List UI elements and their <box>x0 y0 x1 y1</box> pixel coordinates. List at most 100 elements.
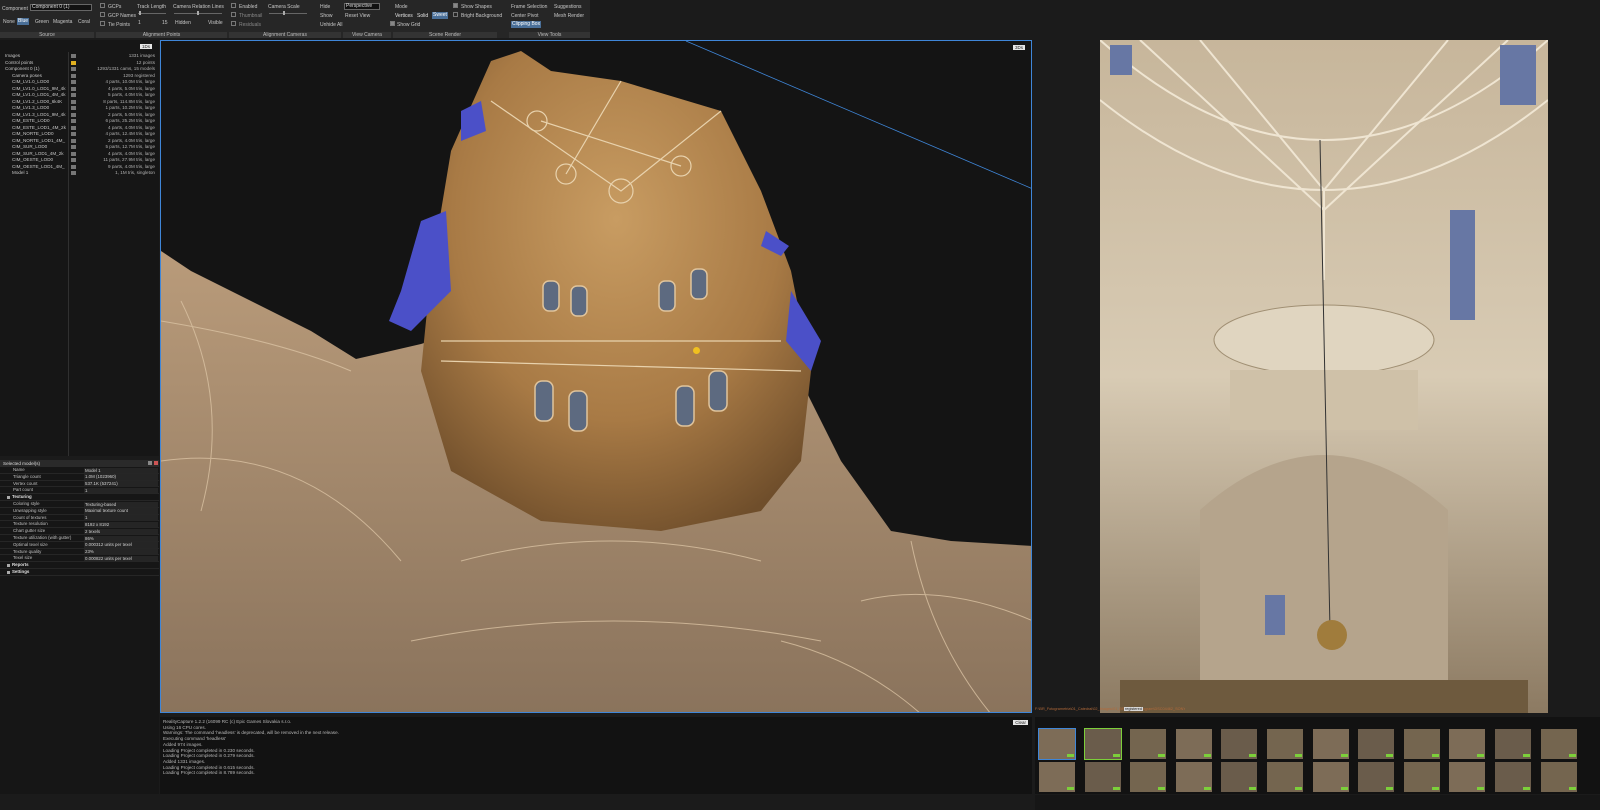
property-value[interactable]: Maximal texture count <box>84 508 158 514</box>
pin-icon[interactable] <box>148 461 152 465</box>
property-section-header[interactable]: Texturing <box>0 494 159 501</box>
image-thumbnail[interactable] <box>1449 729 1486 759</box>
suggestions-button[interactable]: Suggestions <box>554 4 582 10</box>
property-value[interactable]: 23% <box>84 549 158 555</box>
property-section-header[interactable]: Reports <box>0 562 159 569</box>
property-value[interactable]: 0.000312 units per texel <box>84 542 158 548</box>
image-thumbnail[interactable] <box>1495 729 1531 759</box>
property-value[interactable]: Texturing-based <box>84 501 158 508</box>
mode-vertices-button[interactable]: Vertices <box>395 13 413 19</box>
property-value[interactable]: 1 <box>84 487 158 494</box>
log-clear-button[interactable]: Clear <box>1013 720 1028 725</box>
close-icon[interactable] <box>154 461 158 465</box>
gcps-checkbox[interactable] <box>100 3 105 8</box>
reset-view-button[interactable]: Reset View <box>345 13 370 19</box>
track-length-min: 1 <box>138 20 141 26</box>
bright-background-checkbox[interactable] <box>453 12 458 17</box>
image-thumbnail[interactable] <box>1495 762 1531 792</box>
show-shapes-checkbox[interactable] <box>453 3 458 8</box>
unhide-all-button[interactable]: Unhide All <box>320 22 343 28</box>
tie-points-checkbox[interactable] <box>100 21 105 26</box>
center-pivot-button[interactable]: Center Pivot <box>511 13 539 19</box>
property-key: Optimal texel size <box>13 541 48 547</box>
property-section-header[interactable]: Settings <box>0 569 159 576</box>
image-thumbnail[interactable] <box>1540 729 1577 759</box>
property-value[interactable]: 1 <box>84 515 158 521</box>
gcp-names-checkbox[interactable] <box>100 12 105 17</box>
frame-selection-button[interactable]: Frame Selection <box>511 4 547 10</box>
show-grid-label: Show Grid <box>397 22 421 28</box>
image-thumbnail[interactable] <box>1267 729 1303 759</box>
color-coral-button[interactable]: Coral <box>78 19 90 25</box>
residuals-checkbox[interactable] <box>231 21 236 26</box>
property-key: Triangle count <box>13 473 41 479</box>
property-value[interactable]: 1.0M (1023960) <box>84 474 158 480</box>
image-thumbnail[interactable] <box>1403 729 1440 759</box>
image-thumbnail[interactable] <box>1130 762 1167 792</box>
image-thumbnail[interactable] <box>1175 729 1212 759</box>
tree-menu-badge[interactable]: 1Ds <box>140 44 153 49</box>
image-thumbnail[interactable] <box>1540 762 1577 792</box>
selected-model-properties-panel: Selected model(s) Name Model 1 Triangle co… <box>0 460 159 794</box>
enabled-checkbox[interactable] <box>231 3 236 8</box>
property-value[interactable]: 537.1K (537241) <box>84 481 158 487</box>
view-tools-title: View Tools <box>509 32 590 38</box>
image-thumbnail[interactable] <box>1267 762 1303 792</box>
expand-icon[interactable] <box>7 495 10 499</box>
relation-lines-slider-knob[interactable] <box>197 11 199 15</box>
color-blue-button[interactable]: Blue <box>17 18 30 25</box>
registered-badge-icon <box>1523 787 1530 790</box>
mode-solid-button[interactable]: Solid <box>417 13 428 19</box>
property-value[interactable]: 2 texels <box>84 528 158 535</box>
property-key: Coloring style <box>13 501 40 506</box>
component-select[interactable]: Component 0 (1) <box>30 4 92 11</box>
property-value[interactable]: 8192 x 8192 <box>84 521 158 528</box>
track-length-label: Track Length <box>137 4 166 10</box>
property-row: Count of textures 1 <box>0 515 159 522</box>
image-thumbnail[interactable] <box>1039 762 1075 792</box>
expand-icon[interactable] <box>7 570 10 574</box>
image-thumbnail[interactable] <box>1449 762 1486 792</box>
image-thumbnail[interactable] <box>1358 729 1395 759</box>
tree-row-marker-icon <box>71 93 76 97</box>
color-none-button[interactable]: None <box>3 19 15 25</box>
image-thumbnail[interactable] <box>1312 762 1349 792</box>
property-key: Texture quality <box>13 548 42 554</box>
image-thumbnail[interactable] <box>1175 762 1212 792</box>
color-green-button[interactable]: Green <box>35 19 49 25</box>
show-grid-checkbox[interactable] <box>390 21 395 26</box>
image-view[interactable] <box>1100 40 1548 713</box>
thumbnail-checkbox[interactable] <box>231 12 236 17</box>
image-thumbnail[interactable] <box>1084 762 1121 792</box>
property-value[interactable]: 0.000822 units per texel <box>84 555 158 562</box>
camera-scale-slider-knob[interactable] <box>283 11 285 15</box>
image-thumbnail[interactable] <box>1038 728 1076 760</box>
property-value[interactable]: Model 1 <box>84 467 158 474</box>
property-value[interactable]: 86% <box>84 535 158 542</box>
track-length-slider[interactable] <box>138 13 166 14</box>
hide-button[interactable]: Hide <box>320 4 330 10</box>
expand-icon[interactable] <box>7 563 10 567</box>
visible-label: Visible <box>208 20 223 26</box>
image-thumbnail[interactable] <box>1358 762 1395 792</box>
registered-badge-icon <box>1158 754 1166 757</box>
image-thumbnail[interactable] <box>1221 762 1258 792</box>
mode-sweet-button[interactable]: Sweet <box>432 12 448 19</box>
viewport-menu-badge[interactable]: 3Ds <box>1012 45 1025 50</box>
projection-select[interactable]: Perspective <box>344 3 380 10</box>
clipping-box-button[interactable]: Clipping Box <box>511 21 542 28</box>
image-thumbnail[interactable] <box>1403 762 1440 792</box>
show-button[interactable]: Show <box>320 13 333 19</box>
3d-viewport[interactable]: 3Ds <box>160 40 1032 713</box>
image-thumbnail[interactable] <box>1221 729 1258 759</box>
color-magenta-button[interactable]: Magenta <box>53 19 72 25</box>
registered-badge-icon <box>1523 754 1530 757</box>
tree-row-marker-icon <box>71 80 76 84</box>
track-length-slider-knob[interactable] <box>139 11 141 15</box>
image-thumbnail[interactable] <box>1312 729 1349 759</box>
tree-row[interactable]: Model 1 1, 1M tris, singleton <box>0 170 159 177</box>
image-thumbnail[interactable] <box>1130 729 1167 759</box>
camera-scale-slider[interactable] <box>269 13 307 14</box>
mesh-render-button[interactable]: Mesh Render <box>554 13 584 19</box>
image-thumbnail[interactable] <box>1083 728 1122 760</box>
